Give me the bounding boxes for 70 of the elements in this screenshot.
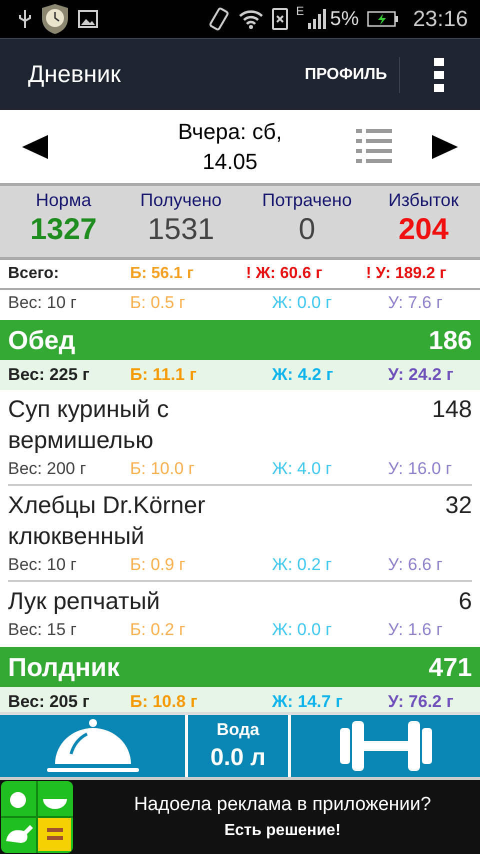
totals-value: Б: 56.1 г (130, 265, 195, 283)
food-name[interactable]: Лук репчатый (8, 586, 258, 617)
dumbbell-icon (340, 721, 432, 771)
macro-value: Б: 10.0 г (130, 459, 196, 479)
ad-title: Надоела реклама в приложении? (134, 794, 432, 816)
clock-shield-icon (40, 3, 70, 35)
totals-value: ! У: 189.2 г (366, 265, 448, 283)
food-name[interactable]: Суп куриный с вермишелью (8, 394, 258, 456)
totals-label: Всего: (8, 265, 60, 283)
ad-subtitle: Есть решение! (224, 822, 341, 840)
macro-value: Вес: 205 г (8, 692, 91, 712)
screen-title: Дневник (28, 60, 122, 88)
network-type: E (296, 4, 304, 18)
battery-percent: 5% (330, 8, 359, 30)
summary-label: Потрачено (262, 190, 352, 211)
battery-charging-icon (366, 11, 399, 27)
macro-value: Вес: 10 г (8, 293, 78, 313)
date-label: Вчера: сб, 14.05 (176, 118, 284, 176)
macro-value: Б: 0.5 г (130, 293, 186, 313)
previous-day-icon[interactable] (22, 134, 48, 158)
summary-label: Получено (140, 190, 222, 211)
macro-value: Ж: 0.0 г (272, 293, 333, 313)
overflow-menu-icon[interactable] (434, 58, 444, 92)
macro-value: У: 24.2 г (388, 365, 454, 385)
food-calories: 6 (458, 587, 472, 617)
meal-name: Полдник (8, 652, 120, 682)
meal-calories: 186 (428, 324, 472, 356)
sim-icon (272, 8, 288, 30)
macro-value: Ж: 0.0 г (272, 620, 333, 640)
meal-name: Обед (8, 324, 76, 356)
clock-time: 23:16 (412, 6, 468, 32)
ad-banner[interactable]: Надоела реклама в приложении? Есть решение! (0, 780, 480, 854)
macro-value: Ж: 4.0 г (272, 459, 333, 479)
summary-value: 204 (398, 213, 449, 247)
water-button[interactable]: Вода 0.0 л (188, 715, 291, 777)
macro-value: Б: 0.2 г (130, 620, 186, 640)
macro-value: Б: 0.9 г (130, 555, 186, 575)
macro-value: Вес: 225 г (8, 365, 91, 385)
macro-value: Ж: 14.7 г (272, 692, 344, 712)
summary-label: Норма (36, 190, 92, 211)
food-name[interactable]: Хлебцы Dr.Körner клюквенный (8, 490, 258, 552)
macro-value: Б: 11.1 г (130, 365, 198, 385)
macro-value: У: 1.6 г (388, 620, 444, 640)
wifi-icon (238, 8, 264, 30)
signal-icon (308, 9, 326, 29)
totals-value: ! Ж: 60.6 г (246, 265, 324, 283)
macro-value: У: 76.2 г (388, 692, 454, 712)
macro-value: У: 16.0 г (388, 459, 453, 479)
macro-value: У: 6.6 г (388, 555, 444, 575)
app-logo-icon (1, 781, 73, 853)
summary-value: 1327 (30, 213, 97, 247)
macro-value: Вес: 200 г (8, 459, 88, 479)
macro-value: Вес: 10 г (8, 555, 78, 575)
food-calories: 148 (432, 395, 472, 425)
meal-calories: 471 (428, 652, 472, 682)
macro-value: У: 7.6 г (388, 293, 444, 313)
screen-rotation-icon (208, 6, 230, 32)
macro-value: Вес: 15 г (8, 620, 78, 640)
summary-value: 1531 (148, 213, 214, 247)
usb-icon (18, 9, 32, 29)
profile-button[interactable]: ПРОФИЛЬ (292, 66, 399, 84)
next-day-icon[interactable] (432, 134, 458, 158)
food-calories: 32 (445, 491, 472, 521)
macro-value: Ж: 0.2 г (272, 555, 333, 575)
macro-value: Б: 10.8 г (130, 692, 198, 712)
macro-value: Ж: 4.2 г (272, 365, 334, 385)
image-icon (78, 10, 98, 28)
summary-value: 0 (298, 213, 316, 247)
cloche-icon (46, 718, 138, 774)
summary-label: Избыток (388, 190, 459, 211)
